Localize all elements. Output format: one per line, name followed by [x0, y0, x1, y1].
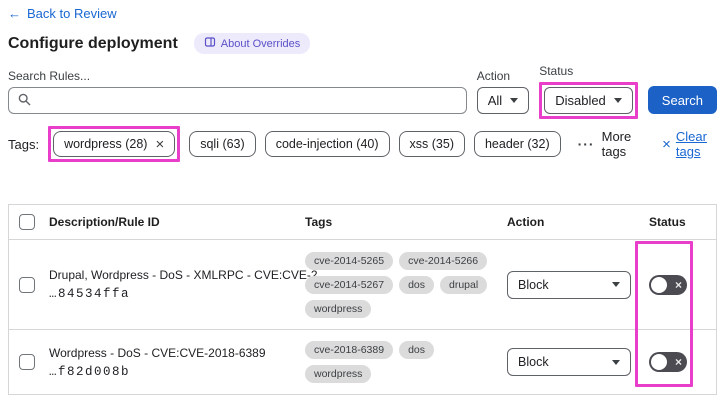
tag-pill-xss[interactable]: xss (35) [398, 131, 465, 157]
chevron-down-icon [510, 98, 519, 103]
chevron-down-icon [612, 359, 620, 365]
action-select[interactable]: Block [507, 348, 631, 376]
chevron-down-icon [613, 98, 622, 103]
select-all-checkbox[interactable] [19, 214, 35, 230]
filter-bar: Search Rules... Action All Status Disabl… [8, 64, 717, 119]
rule-tag: cve-2018-6389 [305, 341, 394, 359]
rule-tag: wordpress [305, 365, 372, 383]
about-overrides-badge[interactable]: About Overrides [193, 33, 311, 54]
status-filter-label: Status [539, 64, 574, 78]
search-button[interactable]: Search [647, 86, 717, 114]
tag-pill-code-injection[interactable]: code-injection (40) [264, 131, 390, 157]
tag-pill-label: wordpress (28) [64, 137, 148, 151]
remove-tag-icon[interactable]: × [155, 137, 164, 152]
rule-tag: cve-2014-5266 [399, 251, 488, 270]
header-checkbox-cell [9, 205, 45, 239]
tag-pill-wordpress-selected[interactable]: wordpress (28) × [53, 131, 176, 157]
action-filter-label: Action [476, 69, 511, 83]
rules-table: Description/Rule ID Tags Action Status D… [8, 204, 717, 395]
tag-pill-header[interactable]: header (32) [473, 131, 561, 157]
rule-tag: cve-2014-5267 [305, 275, 394, 294]
rule-action-cell: Block [497, 240, 637, 329]
page-title: Configure deployment [8, 34, 178, 52]
search-rules-input[interactable] [38, 92, 457, 109]
title-row: Configure deployment About Overrides [8, 33, 717, 54]
toggle-knob [651, 354, 667, 370]
rule-tag: wordpress [305, 299, 372, 318]
action-select[interactable]: Block [507, 270, 631, 299]
about-badge-label: About Overrides [220, 37, 301, 50]
table-header-row: Description/Rule ID Tags Action Status [9, 205, 716, 240]
rule-status-cell: × [637, 330, 716, 394]
more-tags-button[interactable]: ··· More tags [578, 129, 640, 159]
ellipsis-icon: ··· [577, 136, 595, 152]
chevron-down-icon [612, 282, 620, 287]
rule-tag: dos [399, 341, 434, 359]
tags-bar: Tags: wordpress (28) × sqli (63) code-in… [8, 126, 717, 162]
rule-id: …84534ffa [49, 287, 131, 301]
clear-tags-button[interactable]: × Clear tags [662, 129, 717, 159]
header-status: Status [649, 215, 686, 229]
rule-status-cell: × [637, 240, 716, 329]
tag-pill-label: header (32) [484, 137, 550, 151]
status-filter-dropdown[interactable]: Disabled [544, 87, 633, 114]
clear-icon: × [662, 135, 671, 153]
search-icon [18, 93, 31, 109]
action-select-value: Block [518, 355, 549, 369]
tag-pill-sqli[interactable]: sqli (63) [189, 131, 256, 157]
search-rules-box[interactable] [8, 87, 467, 114]
tag-pill-label: code-injection (40) [275, 137, 379, 151]
more-tags-label: More tags [601, 129, 632, 159]
rule-tags-cell: cve-2014-5265 cve-2014-5266 cve-2014-526… [297, 240, 497, 329]
toggle-x-icon: × [674, 355, 682, 369]
status-filter-value: Disabled [555, 93, 606, 108]
search-rules-group: Search Rules... [8, 69, 467, 114]
action-select-value: Block [518, 277, 549, 292]
rule-description-cell: Wordpress - DoS - CVE:CVE-2018-6389 …f82… [45, 330, 297, 394]
rule-description-cell: Drupal, Wordpress - DoS - XMLRPC - CVE:C… [45, 240, 328, 329]
rule-tag: cve-2014-5265 [305, 251, 394, 270]
row-checkbox-cell [9, 240, 45, 329]
tag-pill-label: sqli (63) [200, 137, 245, 151]
action-filter-group: Action All [476, 69, 530, 114]
table-row: Drupal, Wordpress - DoS - XMLRPC - CVE:C… [9, 240, 716, 330]
action-filter-value: All [487, 93, 503, 108]
rule-description: Wordpress - DoS - CVE:CVE-2018-6389 [49, 345, 266, 360]
doc-icon [204, 36, 216, 51]
toggle-x-icon: × [674, 277, 682, 292]
header-action: Action [507, 215, 545, 229]
rule-tag: dos [399, 275, 434, 294]
header-description: Description/Rule ID [49, 215, 160, 229]
toggle-knob [651, 276, 667, 293]
row-checkbox[interactable] [19, 276, 35, 293]
row-checkbox[interactable] [19, 354, 35, 370]
status-filter-group: Status Disabled [539, 64, 638, 119]
status-toggle-off[interactable]: × [649, 352, 687, 372]
back-arrow-icon: ← [8, 6, 21, 21]
selected-tag-highlight-annotation: wordpress (28) × [48, 126, 181, 162]
tag-pill-label: xss (35) [409, 137, 454, 151]
rule-tags-cell: cve-2018-6389 dos wordpress [297, 330, 497, 394]
header-tags: Tags [305, 215, 333, 229]
rule-tag: drupal [440, 275, 488, 294]
back-link-label: Back to Review [27, 6, 117, 21]
status-filter-highlight-annotation: Disabled [539, 82, 638, 119]
action-filter-dropdown[interactable]: All [476, 87, 530, 114]
table-row: Wordpress - DoS - CVE:CVE-2018-6389 …f82… [9, 330, 716, 394]
status-toggle-off[interactable]: × [649, 274, 687, 295]
configure-deployment-page: ← Back to Review Configure deployment Ab… [0, 0, 725, 401]
clear-tags-label: Clear tags [675, 129, 707, 159]
tags-bar-label: Tags: [8, 136, 40, 152]
back-to-review-link[interactable]: ← Back to Review [8, 6, 117, 21]
rule-id: …f82d008b [49, 364, 131, 379]
row-checkbox-cell [9, 330, 45, 394]
search-rules-label: Search Rules... [8, 69, 91, 83]
rule-description: Drupal, Wordpress - DoS - XMLRPC - CVE:C… [49, 268, 328, 282]
rule-action-cell: Block [497, 330, 637, 394]
